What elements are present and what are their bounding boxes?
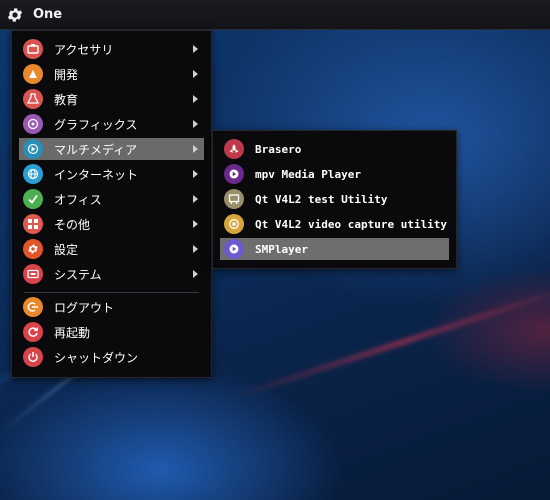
application-menu: アクセサリ 開発 教育 グラフィックス マルチメディア インターネット オフィス… xyxy=(11,30,212,378)
menu-item-accessories[interactable]: アクセサリ xyxy=(19,38,204,60)
submenu-arrow-icon xyxy=(193,195,198,203)
qt-v4l2-capture-icon xyxy=(224,214,244,234)
submenu-arrow-icon xyxy=(193,95,198,103)
menu-item-label: オフィス xyxy=(54,192,102,207)
qt-v4l2-test-icon xyxy=(224,189,244,209)
brasero-icon xyxy=(224,139,244,159)
submenu-item-label: Qt V4L2 video capture utility xyxy=(255,217,448,231)
menu-item-multimedia[interactable]: マルチメディア xyxy=(19,138,204,160)
menu-item-settings[interactable]: 設定 xyxy=(19,238,204,260)
menu-item-label: 設定 xyxy=(54,242,79,257)
menu-button[interactable]: One xyxy=(6,3,62,26)
settings-icon xyxy=(23,239,43,259)
submenu-arrow-icon xyxy=(193,270,198,278)
gear-icon xyxy=(7,7,23,22)
submenu-item-brasero[interactable]: Brasero xyxy=(220,138,449,160)
menu-item-internet[interactable]: インターネット xyxy=(19,163,204,185)
submenu-item-smplayer[interactable]: SMPlayer xyxy=(220,238,449,260)
multimedia-icon xyxy=(23,139,43,159)
submenu-item-qt-v4l2-capture[interactable]: Qt V4L2 video capture utility xyxy=(220,213,449,235)
menu-item-label: マルチメディア xyxy=(54,142,138,157)
panel-label: One xyxy=(33,7,63,22)
menu-item-development[interactable]: 開発 xyxy=(19,63,204,85)
top-panel: One xyxy=(0,0,550,30)
submenu-arrow-icon xyxy=(193,120,198,128)
menu-item-graphics[interactable]: グラフィックス xyxy=(19,113,204,135)
system-icon xyxy=(23,264,43,284)
menu-item-label: ログアウト xyxy=(54,300,115,315)
shutdown-icon xyxy=(23,347,43,367)
other-icon xyxy=(23,214,43,234)
menu-item-label: 再起動 xyxy=(54,325,91,340)
menu-item-education[interactable]: 教育 xyxy=(19,88,204,110)
menu-item-label: グラフィックス xyxy=(54,117,138,132)
mpv-icon xyxy=(224,164,244,184)
menu-item-system[interactable]: システム xyxy=(19,263,204,285)
submenu-arrow-icon xyxy=(193,70,198,78)
restart-button[interactable]: 再起動 xyxy=(19,321,204,343)
restart-icon xyxy=(23,322,43,342)
submenu-item-label: Brasero xyxy=(255,142,302,156)
menu-item-label: 教育 xyxy=(54,92,79,107)
logout-icon xyxy=(23,297,43,317)
submenu-arrow-icon xyxy=(193,245,198,253)
submenu-arrow-icon xyxy=(193,220,198,228)
submenu-item-label: mpv Media Player xyxy=(255,167,361,181)
menu-separator xyxy=(24,292,199,293)
submenu-arrow-icon xyxy=(193,45,198,53)
submenu-item-mpv[interactable]: mpv Media Player xyxy=(220,163,449,185)
menu-item-label: アクセサリ xyxy=(54,42,114,57)
submenu-item-label: SMPlayer xyxy=(255,242,308,256)
menu-item-label: シャットダウン xyxy=(54,350,139,365)
menu-item-other[interactable]: その他 xyxy=(19,213,204,235)
submenu-arrow-icon xyxy=(193,170,198,178)
wallpaper-streak xyxy=(230,283,550,401)
menu-item-label: 開発 xyxy=(54,67,79,82)
menu-item-label: インターネット xyxy=(54,167,139,182)
graphics-icon xyxy=(23,114,43,134)
office-icon xyxy=(23,189,43,209)
multimedia-submenu: Brasero mpv Media Player Qt V4L2 test Ut… xyxy=(212,130,457,269)
accessories-icon xyxy=(23,39,43,59)
logout-button[interactable]: ログアウト xyxy=(19,296,204,318)
submenu-arrow-icon xyxy=(193,145,198,153)
submenu-item-qt-v4l2-test[interactable]: Qt V4L2 test Utility xyxy=(220,188,449,210)
smplayer-icon xyxy=(224,239,244,259)
menu-item-office[interactable]: オフィス xyxy=(19,188,204,210)
education-icon xyxy=(23,89,43,109)
submenu-item-label: Qt V4L2 test Utility xyxy=(255,192,388,206)
internet-icon xyxy=(23,164,43,184)
menu-item-label: システム xyxy=(54,267,102,282)
menu-item-label: その他 xyxy=(54,217,91,232)
shutdown-button[interactable]: シャットダウン xyxy=(19,346,204,368)
development-icon xyxy=(23,64,43,84)
